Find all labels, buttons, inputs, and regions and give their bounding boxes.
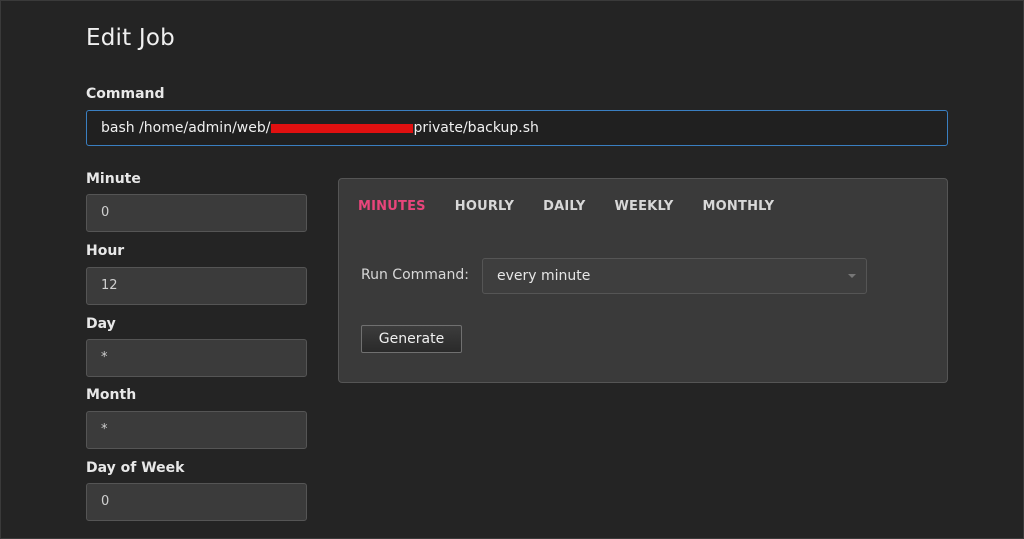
generator-tabs: MINUTES HOURLY DAILY WEEKLY MONTHLY [358,199,803,214]
chevron-down-icon [848,274,856,278]
command-value-prefix: bash /home/admin/web/ [101,120,271,136]
cron-generator-panel: MINUTES HOURLY DAILY WEEKLY MONTHLY Run … [338,178,948,383]
command-label: Command [86,86,165,102]
day-of-week-label: Day of Week [86,460,185,476]
command-input[interactable]: bash /home/admin/web/private/backup.sh [86,110,948,146]
month-label: Month [86,387,137,403]
generate-button[interactable]: Generate [361,325,462,353]
tab-weekly[interactable]: WEEKLY [614,199,673,214]
tab-daily[interactable]: DAILY [543,199,585,214]
edit-job-page: Edit Job Command bash /home/admin/web/pr… [0,0,1024,539]
tab-hourly[interactable]: HOURLY [455,199,514,214]
minute-label: Minute [86,171,141,187]
month-input[interactable]: * [86,411,307,449]
run-command-select[interactable]: every minute [482,258,867,294]
run-command-value: every minute [497,268,591,284]
day-of-week-input[interactable]: 0 [86,483,307,521]
minute-input[interactable]: 0 [86,194,307,232]
day-label: Day [86,316,116,332]
hour-input[interactable]: 12 [86,267,307,305]
redaction-mark [271,123,414,133]
command-value-suffix: private/backup.sh [413,120,539,136]
day-input[interactable]: * [86,339,307,377]
tab-monthly[interactable]: MONTHLY [703,199,775,214]
tab-minutes[interactable]: MINUTES [358,199,426,214]
hour-label: Hour [86,243,125,259]
run-command-label: Run Command: [361,267,469,283]
page-title: Edit Job [86,25,175,51]
